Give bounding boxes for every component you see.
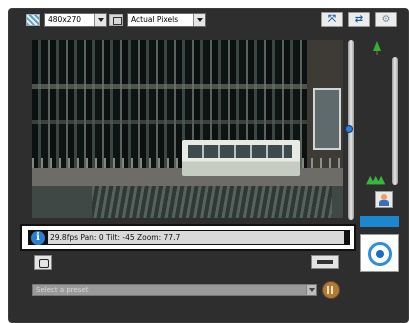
ptz-joystick[interactable] [360, 234, 399, 272]
trees-many-icon: ▲▲▲ [366, 173, 385, 186]
zoom-mode-select[interactable]: Actual Pixels [127, 13, 206, 27]
resolution-value: 480x270 [48, 15, 82, 24]
field-of-view-slider[interactable] [392, 57, 398, 185]
fit-view-button[interactable]: ⤧ [321, 12, 343, 27]
tree-small-icon [373, 41, 381, 55]
status-readout: 29.8fps Pan: 0 Tilt: -45 Zoom: 77.7 [48, 231, 344, 244]
person-button[interactable] [375, 191, 393, 208]
zoom-mode-icon [109, 14, 123, 26]
chevron-down-icon[interactable] [306, 285, 316, 295]
live-video-view[interactable] [32, 40, 343, 218]
fit-view-icon: ⤧ [328, 14, 336, 25]
chevron-down-icon[interactable] [193, 14, 205, 26]
settings-icon: ⚙ [381, 14, 391, 25]
bus-in-video [182, 140, 300, 176]
joystick-center-icon[interactable] [376, 250, 384, 258]
chevron-down-icon[interactable] [94, 14, 106, 26]
resolution-select[interactable]: 480x270 [44, 13, 107, 27]
preset-placeholder: Select a preset [36, 286, 89, 294]
speed-indicator-bar[interactable] [360, 216, 399, 227]
preset-select[interactable]: Select a preset [32, 284, 317, 296]
resolution-icon [26, 14, 40, 26]
zoom-slider-handle[interactable] [345, 125, 353, 133]
swap-button[interactable]: ⇄ [348, 12, 370, 27]
snapshot-button[interactable] [34, 255, 52, 270]
swap-icon: ⇄ [354, 14, 364, 25]
zoom-mode-value: Actual Pixels [131, 15, 179, 24]
wide-view-button[interactable] [311, 255, 339, 269]
preset-go-button[interactable] [322, 281, 340, 299]
settings-button[interactable]: ⚙ [375, 12, 397, 27]
info-icon[interactable]: i [31, 231, 45, 245]
